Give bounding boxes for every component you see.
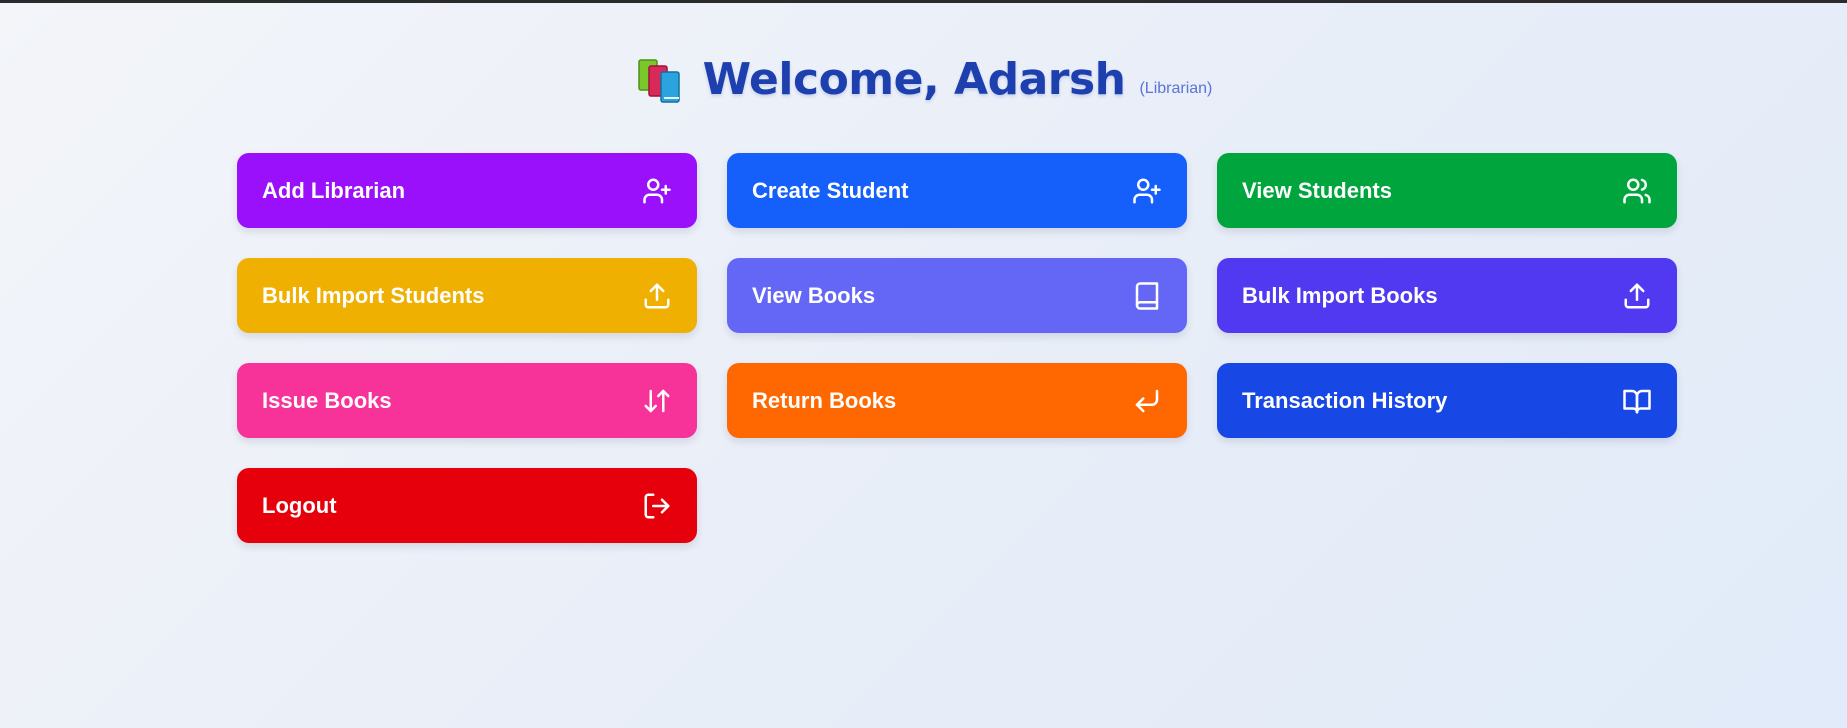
- upload-icon: [1621, 280, 1653, 312]
- button-label: Logout: [262, 492, 337, 518]
- books-icon: [637, 58, 680, 103]
- button-label: Create Student: [752, 177, 909, 203]
- page-title: Welcome, Adarsh: [702, 54, 1126, 105]
- arrow-up-down-icon: [641, 385, 673, 417]
- bulk-import-students-button[interactable]: Bulk Import Students: [237, 258, 697, 333]
- create-student-button[interactable]: Create Student: [727, 153, 1187, 228]
- welcome-header: Welcome, Adarsh (Librarian): [0, 54, 1847, 105]
- upload-icon: [641, 280, 673, 312]
- corner-down-left-icon: [1131, 385, 1163, 417]
- button-label: Bulk Import Students: [262, 282, 485, 308]
- users-icon: [1621, 175, 1653, 207]
- button-label: View Books: [752, 282, 876, 308]
- view-books-button[interactable]: View Books: [727, 258, 1187, 333]
- book-open-icon: [1621, 385, 1653, 417]
- user-plus-icon: [1131, 175, 1163, 207]
- issue-books-button[interactable]: Issue Books: [237, 363, 697, 438]
- return-books-button[interactable]: Return Books: [727, 363, 1187, 438]
- button-label: View Students: [1242, 177, 1392, 203]
- logout-button[interactable]: Logout: [237, 468, 697, 543]
- user-plus-icon: [641, 175, 673, 207]
- add-librarian-button[interactable]: Add Librarian: [237, 153, 697, 228]
- view-students-button[interactable]: View Students: [1217, 153, 1677, 228]
- book-icon: [1131, 280, 1163, 312]
- transaction-history-button[interactable]: Transaction History: [1217, 363, 1677, 438]
- button-label: Transaction History: [1242, 387, 1448, 413]
- window-top-border: [0, 0, 1847, 3]
- button-label: Add Librarian: [262, 177, 406, 203]
- dashboard-actions-grid: Add Librarian Create Student View Studen…: [237, 153, 1677, 543]
- button-label: Return Books: [752, 387, 897, 413]
- log-out-icon: [641, 490, 673, 522]
- user-role-label: (Librarian): [1139, 79, 1213, 97]
- bulk-import-books-button[interactable]: Bulk Import Books: [1217, 258, 1677, 333]
- button-label: Issue Books: [262, 387, 392, 413]
- button-label: Bulk Import Books: [1242, 282, 1438, 308]
